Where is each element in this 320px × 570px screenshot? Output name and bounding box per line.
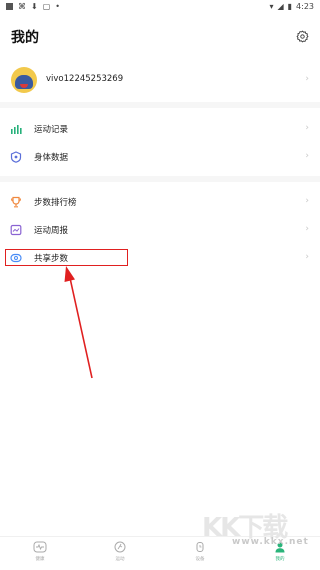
tab-exercise[interactable]: 运动 — [100, 540, 140, 562]
menu-item-body-data[interactable]: 身体数据 › — [0, 145, 320, 169]
download-icon: ⬇ — [31, 2, 38, 11]
signal-icon: ◢ — [277, 2, 284, 11]
bar-chart-icon — [10, 123, 22, 135]
report-icon — [10, 224, 22, 236]
notification-icon — [6, 3, 13, 10]
app-notification-icon: ⌘ — [18, 2, 26, 11]
menu-item-label: 运动记录 — [34, 125, 69, 135]
shield-icon — [10, 151, 22, 163]
menu-item-exercise-record[interactable]: 运动记录 › — [0, 117, 320, 141]
tab-health[interactable]: 健康 — [20, 540, 60, 562]
chevron-right-icon: › — [305, 196, 309, 206]
menu-item-label: 步数排行榜 — [34, 198, 77, 208]
tab-label: 运动 — [115, 557, 125, 562]
status-time: 4:23 — [296, 2, 314, 11]
menu-item-step-ranking[interactable]: 步数排行榜 › — [0, 190, 320, 214]
section-divider — [0, 102, 320, 108]
chevron-right-icon: › — [305, 252, 309, 262]
username: vivo12245253269 — [46, 74, 124, 84]
menu-item-label: 运动周报 — [34, 226, 69, 236]
profile-row[interactable]: vivo12245253269 › — [0, 60, 320, 100]
sim-icon: ▢ — [42, 2, 51, 11]
status-bar: ⌘ ⬇ ▢ • ▾ ◢ ▮ 4:23 — [0, 0, 320, 14]
avatar[interactable] — [11, 67, 37, 93]
page-title: 我的 — [11, 30, 39, 46]
highlight-box — [5, 249, 128, 266]
section-divider — [0, 176, 320, 182]
chevron-right-icon: › — [305, 151, 309, 161]
trophy-icon — [10, 196, 22, 208]
watermark: KK下载 www.kkx.net — [196, 507, 320, 569]
chevron-right-icon: › — [305, 224, 309, 234]
settings-icon[interactable] — [296, 30, 309, 43]
chevron-right-icon: › — [305, 123, 309, 133]
tab-label: 健康 — [35, 557, 45, 562]
chevron-right-icon: › — [305, 74, 309, 84]
menu-item-label: 身体数据 — [34, 153, 69, 163]
dot-icon: • — [55, 2, 60, 11]
run-icon — [100, 540, 140, 554]
menu-item-weekly-report[interactable]: 运动周报 › — [0, 218, 320, 242]
battery-icon: ▮ — [287, 2, 293, 11]
heartbeat-icon — [20, 540, 60, 554]
wifi-icon: ▾ — [269, 2, 274, 11]
watermark-url: www.kkx.net — [232, 537, 309, 547]
